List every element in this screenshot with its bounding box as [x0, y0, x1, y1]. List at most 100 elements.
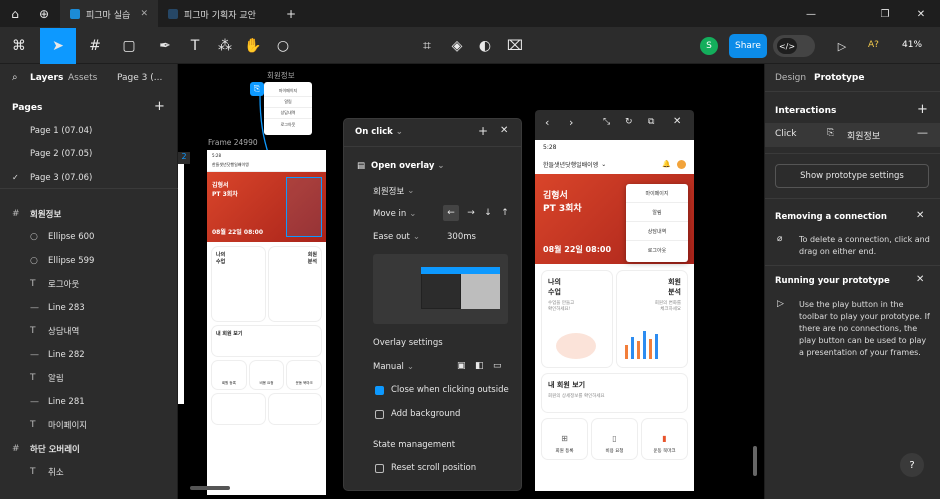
overlay-menu-item[interactable]: 상담내역	[626, 222, 688, 241]
present-icon[interactable]: ▷	[830, 28, 854, 64]
my-class-card[interactable]: 나의 수업	[212, 247, 265, 321]
position-bottom-icon[interactable]: ▭	[493, 361, 502, 371]
layer-item[interactable]: # 회원정보	[0, 202, 178, 226]
overlay-menu-item[interactable]: 마이페이지	[626, 184, 688, 203]
quick-register[interactable]: 회원 등록	[212, 361, 246, 389]
add-interaction-icon[interactable]: +	[917, 102, 928, 117]
bottom-card[interactable]	[212, 394, 265, 424]
pen-tool-icon[interactable]: ✒	[150, 28, 180, 64]
overlay-frame-label[interactable]: 회원정보	[267, 70, 295, 81]
home-icon[interactable]: ⌂	[4, 0, 26, 28]
member-analysis-card[interactable]: 회원 분석 회원의 변화를 체크하세요	[617, 271, 687, 367]
position-split-icon[interactable]: ◧	[475, 361, 484, 371]
missing-fonts-indicator[interactable]: A?	[868, 40, 879, 50]
horizontal-scrollbar[interactable]	[190, 486, 230, 490]
layer-item[interactable]: T 로그아웃	[0, 273, 178, 297]
close-preview-icon[interactable]: ✕	[673, 116, 681, 127]
page-item[interactable]: Page 1 (07.04)	[0, 119, 178, 143]
bell-icon[interactable]: 🔔	[662, 160, 671, 168]
dev-mode-toggle[interactable]: </>	[773, 35, 815, 57]
help-button[interactable]: ?	[900, 453, 924, 477]
frame-label[interactable]: Frame 24990	[208, 138, 258, 147]
layer-item[interactable]: T 마이페이지	[0, 414, 178, 438]
tab-assets[interactable]: Assets	[68, 73, 97, 83]
quick-bookmark[interactable]: ▮ 운동 북마크	[642, 419, 687, 459]
profile-avatar[interactable]	[677, 159, 686, 169]
layer-item[interactable]: — Line 283	[0, 296, 178, 320]
close-outside-option[interactable]: Close when clicking outside	[375, 385, 509, 395]
position-selector[interactable]: Manual ⌄	[373, 362, 414, 372]
community-globe-icon[interactable]: ⊕	[32, 0, 56, 28]
main-menu-icon[interactable]: ⌘	[4, 28, 34, 64]
quick-bookmark[interactable]: 운동 북마크	[287, 361, 322, 389]
my-class-card[interactable]: 나의 수업 수업을 만들고 확인하세요!	[542, 271, 612, 367]
layer-item[interactable]: T 알림	[0, 367, 178, 391]
destination-selector[interactable]: 회원정보 ⌄	[373, 185, 414, 197]
new-tab-plus-icon[interactable]: +	[282, 0, 300, 28]
layer-item[interactable]: # 하단 오버레이	[0, 437, 178, 461]
close-window-icon[interactable]: ✕	[906, 0, 936, 28]
page-selector[interactable]: Page 3 (...	[117, 73, 162, 83]
create-component-icon[interactable]: ◈	[446, 28, 468, 64]
direction-right-icon[interactable]: →	[463, 205, 479, 221]
member-analysis-card[interactable]: 회원 분석	[268, 247, 321, 321]
hand-tool-icon[interactable]: ✋	[242, 28, 264, 64]
close-popover-icon[interactable]: ✕	[500, 125, 508, 136]
tab-design[interactable]: Design	[775, 73, 806, 83]
animation-selector[interactable]: Move in ⌄	[373, 209, 416, 219]
layer-item[interactable]: ○ Ellipse 599	[0, 249, 178, 273]
tab-file-2[interactable]: 피그마 기획자 교안	[158, 0, 276, 28]
comment-tool-icon[interactable]: ○	[272, 28, 294, 64]
bottom-card[interactable]	[268, 394, 321, 424]
boolean-mask-icon[interactable]: ◐	[474, 28, 496, 64]
layer-item[interactable]: — Line 282	[0, 343, 178, 367]
tab-file-1[interactable]: 피그마 실습 ✕	[60, 0, 158, 28]
quick-cost[interactable]: 비용 요청	[249, 361, 284, 389]
trigger-selector[interactable]: On click ⌄	[355, 127, 403, 137]
text-tool-icon[interactable]: T	[184, 28, 206, 64]
tab-prototype[interactable]: Prototype	[814, 73, 864, 83]
restart-icon[interactable]: ↻	[625, 117, 633, 127]
direction-down-icon[interactable]: ↓	[480, 205, 496, 221]
layer-item[interactable]: ○ Ellipse 600	[0, 226, 178, 250]
page-item[interactable]: Page 2 (07.05)	[0, 143, 178, 167]
restore-icon[interactable]: ❐	[870, 0, 900, 28]
quick-register[interactable]: ⊞ 회원 등록	[542, 419, 587, 459]
preview-phone-screen[interactable]: 5:28 한들샛년닷행일배이엥 ⌄ 🔔 김형서 PT 3회차 08월 22일 08:…	[535, 140, 694, 491]
action-selector[interactable]: ▤ Open overlay ⌄	[357, 161, 445, 171]
move-tool-icon[interactable]: ➤	[40, 28, 76, 64]
reset-scroll-option[interactable]: Reset scroll position	[375, 463, 476, 473]
minimize-icon[interactable]: —	[796, 0, 826, 28]
overlay-placement-selection[interactable]	[286, 177, 322, 237]
close-tab-icon[interactable]: ✕	[140, 9, 148, 19]
layer-item[interactable]: T 상담내역	[0, 320, 178, 344]
remove-interaction-icon[interactable]: —	[917, 126, 928, 139]
checkbox-icon[interactable]	[375, 463, 384, 473]
dismiss-tip-icon[interactable]: ✕	[916, 210, 924, 221]
zoom-level[interactable]: 41%	[902, 40, 922, 50]
dismiss-tip-icon[interactable]: ✕	[916, 274, 924, 285]
open-external-icon[interactable]: ⧉	[648, 117, 654, 127]
my-members-card[interactable]: 내 회원 보기	[212, 326, 321, 356]
tab-layers[interactable]: Layers	[30, 73, 63, 83]
crop-icon[interactable]: ⌧	[504, 28, 526, 64]
shape-tool-icon[interactable]: ▢	[114, 28, 144, 64]
easing-selector[interactable]: Ease out ⌄	[373, 232, 420, 242]
component-icon[interactable]: ⌗	[416, 28, 438, 64]
resources-icon[interactable]: ⁂	[214, 28, 236, 64]
show-prototype-settings-button[interactable]: Show prototype settings	[775, 164, 929, 188]
quick-cost[interactable]: ▯ 비용 요청	[592, 419, 637, 459]
share-button[interactable]: Share	[729, 34, 767, 58]
add-background-option[interactable]: Add background	[375, 409, 460, 419]
overlay-menu-item[interactable]: 로그아웃	[626, 241, 688, 260]
vertical-scrollbar[interactable]	[753, 446, 757, 476]
checkbox-icon[interactable]	[375, 409, 384, 419]
search-icon[interactable]: ⌕	[12, 72, 18, 83]
add-page-icon[interactable]: +	[154, 99, 165, 114]
frame-tool-icon[interactable]: #	[80, 28, 110, 64]
back-icon[interactable]: ‹	[545, 116, 549, 129]
location-bar[interactable]: 한들샛년닷행일배이엥 ⌄ 🔔	[535, 154, 694, 174]
forward-icon[interactable]: ›	[569, 116, 573, 129]
interaction-row[interactable]: Click ⎘ 회원정보 —	[765, 123, 940, 147]
position-center-icon[interactable]: ▣	[457, 361, 466, 371]
